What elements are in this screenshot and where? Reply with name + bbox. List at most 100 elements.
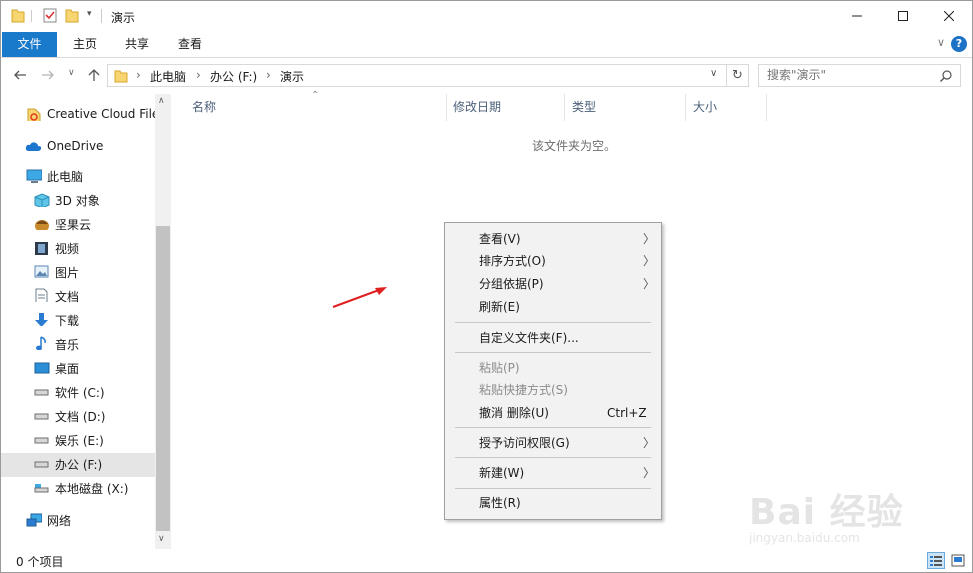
folder-icon [11, 9, 25, 23]
item-count: 0 个项目 [16, 555, 64, 569]
scroll-down-arrow-icon[interactable]: ∨ [158, 534, 165, 544]
address-bar[interactable]: › 此电脑 › 办公 (F:) › 演示 ∨ [107, 64, 727, 87]
search-box[interactable] [758, 64, 961, 87]
menu-item-undo-delete[interactable]: 撤消 删除(U) Ctrl+Z [447, 402, 659, 424]
nav-item-documents[interactable]: 文档 [1, 285, 155, 309]
nav-item-label: 网络 [47, 514, 72, 528]
close-icon [944, 11, 954, 21]
minimize-button[interactable] [834, 1, 880, 31]
menu-item-label: 撤消 删除(U) [479, 406, 549, 420]
customize-toolbar-chevron-icon[interactable]: ▾ [87, 9, 92, 19]
nav-item-desktop[interactable]: 桌面 [1, 357, 155, 381]
file-explorer-window: ▾ 演示 文件 主页 共享 查看 ∨ ? ∨ › 此电脑 › 办公 (F:) ›… [0, 0, 973, 573]
tab-view[interactable]: 查看 [167, 32, 213, 57]
address-dropdown-chevron-icon[interactable]: ∨ [710, 68, 717, 79]
nav-item-videos[interactable]: 视频 [1, 237, 155, 261]
nav-item-this-pc[interactable]: 此电脑 [1, 165, 155, 189]
menu-item-give-access[interactable]: 授予访问权限(G) 〉 [447, 432, 659, 454]
forward-arrow-icon[interactable] [41, 69, 55, 81]
column-header-size[interactable]: 大小 [693, 94, 717, 121]
menu-item-refresh[interactable]: 刷新(E) [447, 296, 659, 318]
submenu-arrow-icon: 〉 [643, 436, 656, 450]
nav-item-downloads[interactable]: 下载 [1, 309, 155, 333]
close-button[interactable] [926, 1, 972, 31]
properties-icon[interactable] [43, 7, 57, 23]
recent-locations-chevron-icon[interactable]: ∨ [68, 68, 75, 78]
new-folder-icon[interactable] [65, 7, 79, 23]
menu-item-view[interactable]: 查看(V) 〉 [447, 228, 659, 250]
back-arrow-icon[interactable] [13, 69, 27, 81]
nav-item-drive-e[interactable]: 娱乐 (E:) [1, 429, 155, 453]
address-segment-current-folder[interactable]: 演示 [280, 68, 304, 85]
address-segment-this-pc[interactable]: 此电脑 [150, 68, 186, 85]
nut-icon [35, 220, 49, 230]
nav-item-nutstore[interactable]: 坚果云 [1, 213, 155, 237]
scrollbar-thumb[interactable] [156, 226, 170, 531]
search-icon[interactable] [940, 70, 952, 82]
nav-item-label: 办公 (F:) [55, 458, 103, 472]
menu-item-shortcut: Ctrl+Z [607, 406, 647, 420]
menu-separator [455, 352, 651, 353]
help-button[interactable]: ? [951, 36, 967, 52]
menu-separator [455, 488, 651, 489]
column-divider[interactable] [564, 94, 565, 121]
menu-item-label: 查看(V) [479, 232, 521, 246]
menu-separator [455, 427, 651, 428]
address-segment-drive-f[interactable]: 办公 (F:) [210, 68, 257, 85]
nav-item-label: 此电脑 [47, 170, 84, 184]
nav-item-drive-d[interactable]: 文档 (D:) [1, 405, 155, 429]
nav-item-music[interactable]: 音乐 [1, 333, 155, 357]
drive-icon [34, 413, 49, 420]
nav-item-drive-f[interactable]: 办公 (F:) [1, 453, 155, 477]
submenu-arrow-icon: 〉 [643, 466, 656, 480]
baidu-jingyan-watermark: Bai 经验 jingyan.baidu.com [741, 483, 931, 553]
context-menu: 查看(V) 〉 排序方式(O) 〉 分组依据(P) 〉 刷新(E) 自定义文件夹… [444, 222, 662, 520]
nav-item-label: OneDrive [47, 139, 104, 153]
scroll-up-arrow-icon[interactable]: ∧ [158, 96, 165, 106]
up-arrow-icon[interactable] [87, 68, 101, 82]
title-bar: ▾ 演示 [1, 1, 972, 32]
expand-ribbon-chevron-icon[interactable]: ∨ [937, 36, 945, 49]
menu-item-new[interactable]: 新建(W) 〉 [447, 462, 659, 484]
search-input[interactable] [767, 68, 927, 82]
column-divider[interactable] [685, 94, 686, 121]
nav-item-network[interactable]: 网络 [1, 509, 155, 533]
menu-item-customize-folder[interactable]: 自定义文件夹(F)... [447, 327, 659, 349]
music-icon [36, 336, 46, 350]
refresh-button[interactable]: ↻ [727, 64, 749, 87]
menu-item-label: 刷新(E) [479, 300, 520, 314]
large-icons-view-button[interactable] [949, 552, 967, 569]
nav-item-3d-objects[interactable]: 3D 对象 [1, 189, 155, 213]
nav-item-label: 文档 (D:) [55, 410, 106, 424]
nav-item-creative-cloud[interactable]: Creative Cloud File [1, 102, 159, 126]
column-divider[interactable] [446, 94, 447, 121]
details-view-button[interactable] [927, 552, 945, 569]
column-header-date-modified[interactable]: 修改日期 [453, 94, 501, 121]
nav-item-label: 音乐 [55, 338, 80, 352]
navigation-bar: ∨ › 此电脑 › 办公 (F:) › 演示 ∨ ↻ [1, 59, 972, 93]
nav-item-drive-x[interactable]: 本地磁盘 (X:) [1, 477, 155, 501]
menu-item-group-by[interactable]: 分组依据(P) 〉 [447, 273, 659, 295]
tab-share[interactable]: 共享 [115, 32, 159, 57]
nav-item-drive-c[interactable]: 软件 (C:) [1, 381, 155, 405]
nav-item-label: Creative Cloud File [47, 107, 160, 121]
menu-item-label: 分组依据(P) [479, 277, 544, 291]
nav-item-onedrive[interactable]: OneDrive [1, 134, 155, 158]
column-header-type[interactable]: 类型 [572, 94, 596, 121]
column-header-name[interactable]: 名称 [192, 94, 216, 121]
menu-item-sort-by[interactable]: 排序方式(O) 〉 [447, 250, 659, 272]
drive-icon [34, 437, 49, 444]
watermark-url: jingyan.baidu.com [749, 531, 860, 545]
nav-item-pictures[interactable]: 图片 [1, 261, 155, 285]
submenu-arrow-icon: 〉 [643, 232, 656, 246]
tab-file[interactable]: 文件 [2, 32, 57, 57]
column-divider[interactable] [766, 94, 767, 121]
navigation-pane: Creative Cloud File OneDrive 此电脑 3D 对象 坚… [1, 94, 171, 549]
menu-item-label: 属性(R) [479, 496, 521, 510]
maximize-button[interactable] [880, 1, 926, 31]
tab-home[interactable]: 主页 [63, 32, 107, 57]
computer-icon [26, 169, 42, 183]
picture-icon [34, 265, 49, 278]
menu-item-properties[interactable]: 属性(R) [447, 492, 659, 514]
cube-icon [34, 193, 50, 207]
